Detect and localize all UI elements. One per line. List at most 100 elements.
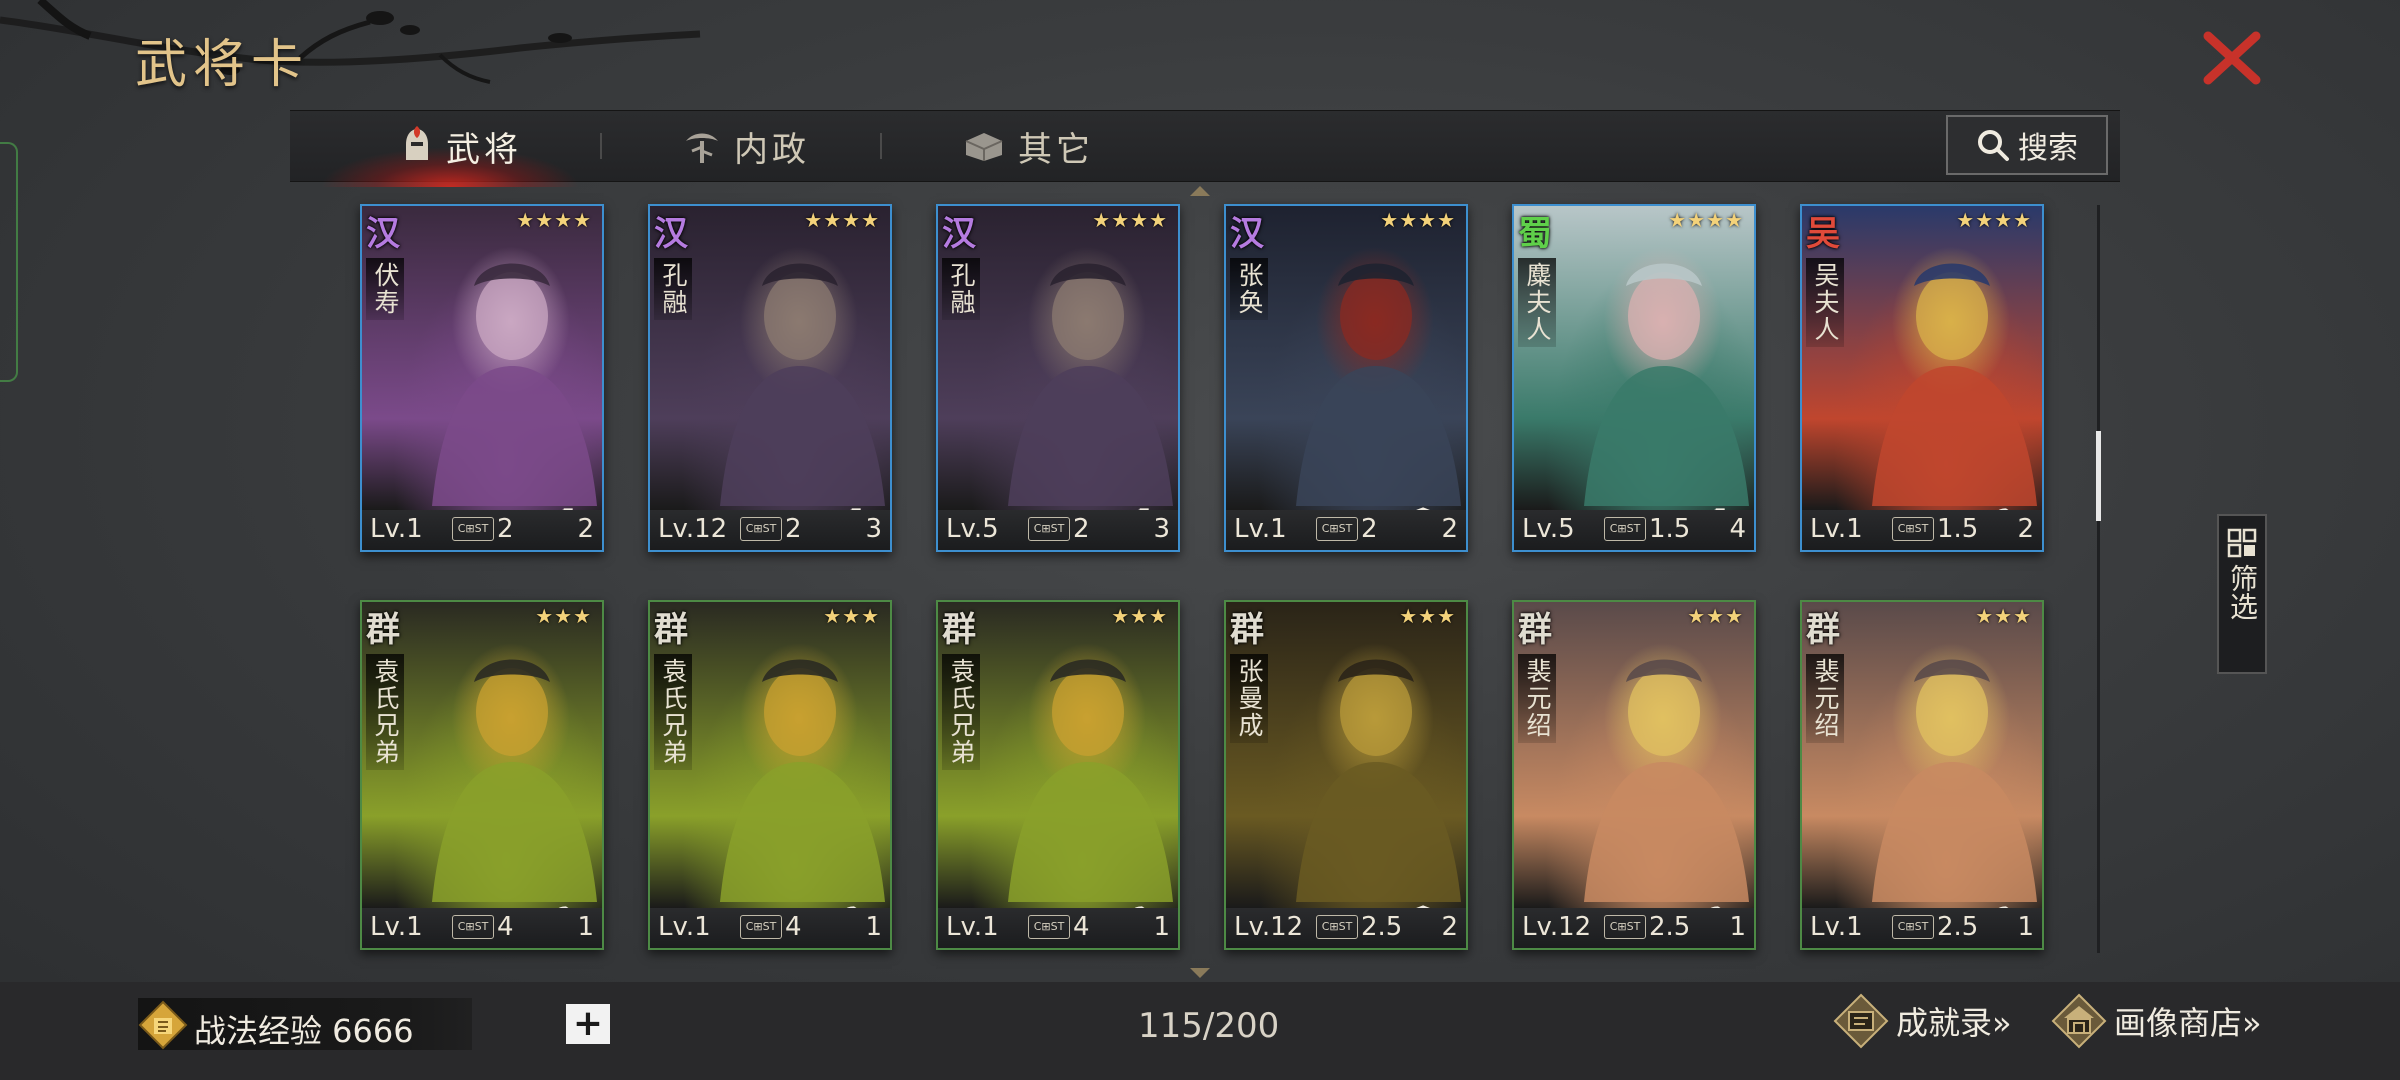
general-card[interactable]: 汉伏寿 ★★★★ Lv.1 C⊞ST 2 2 (360, 204, 604, 552)
faction-badge: 汉 (366, 214, 400, 254)
faction-badge: 汉 (654, 214, 688, 254)
cost-icon: C⊞ST (452, 915, 494, 939)
card-info-bar: Lv.12 C⊞ST 2 3 (650, 510, 890, 550)
cost-value: 4 (1073, 912, 1090, 942)
general-level: Lv.5 (946, 514, 999, 544)
card-info-bar: Lv.1 C⊞ST 4 1 (938, 908, 1178, 948)
card-count: 115/200 (1138, 1006, 1280, 1046)
general-card[interactable]: 吴吴夫人 ★★★★ Lv.1 C⊞ST 1.5 2 (1800, 204, 2044, 552)
general-cost: C⊞ST 1.5 (1892, 514, 1978, 544)
tactic-exp-icon (138, 1000, 188, 1050)
filter-button[interactable]: 筛选 (2217, 514, 2267, 674)
close-button[interactable] (2200, 28, 2264, 88)
card-info-bar: Lv.12 C⊞ST 2.5 1 (1514, 908, 1754, 948)
general-name: 袁氏兄弟 (942, 654, 980, 770)
faction-badge: 群 (654, 610, 688, 650)
general-level: Lv.1 (370, 912, 423, 942)
star-rating: ★★★★ (1956, 208, 2032, 232)
cost-icon: C⊞ST (740, 517, 782, 541)
general-card[interactable]: 群张曼成 ★★★ Lv.12 C⊞ST 2.5 2 (1224, 600, 1468, 950)
general-card-grid: 汉伏寿 ★★★★ Lv.1 C⊞ST 2 2 汉孔融 ★★★★ Lv.12 C⊞ST 2 3 汉孔融 ★★… (360, 204, 2044, 952)
faction-badge: 群 (1518, 610, 1552, 650)
cost-value: 2.5 (1361, 912, 1403, 942)
faction-badge: 群 (1806, 610, 1840, 650)
card-info-bar: Lv.12 C⊞ST 2.5 2 (1226, 908, 1466, 948)
general-cost: C⊞ST 2 (1316, 514, 1378, 544)
cost-value: 4 (497, 912, 514, 942)
general-level: Lv.1 (946, 912, 999, 942)
cost-value: 1.5 (1649, 514, 1691, 544)
card-count-value: 3 (1153, 514, 1170, 544)
general-card[interactable]: 群袁氏兄弟 ★★★ Lv.1 C⊞ST 4 1 (648, 600, 892, 950)
faction-badge: 汉 (942, 214, 976, 254)
card-count-value: 2 (2017, 514, 2034, 544)
cost-icon: C⊞ST (1604, 517, 1646, 541)
general-cost: C⊞ST 1.5 (1604, 514, 1690, 544)
faction-badge: 群 (366, 610, 400, 650)
star-rating: ★★★★ (1092, 208, 1168, 232)
general-card[interactable]: 汉孔融 ★★★★ Lv.12 C⊞ST 2 3 (648, 204, 892, 552)
cost-value: 2.5 (1649, 912, 1691, 942)
search-label: 搜索 (2018, 131, 2078, 166)
card-count-value: 3 (865, 514, 882, 544)
cost-icon: C⊞ST (1316, 915, 1358, 939)
general-cost: C⊞ST 2.5 (1892, 912, 1978, 942)
general-name: 张奂 (1230, 258, 1268, 320)
cost-value: 4 (785, 912, 802, 942)
star-rating: ★★★★ (516, 208, 592, 232)
star-rating: ★★★★ (804, 208, 880, 232)
achievements-label: 成就录» (1896, 1004, 2012, 1042)
general-cost: C⊞ST 4 (452, 912, 514, 942)
tab-generals[interactable]: 武将 (400, 111, 522, 181)
general-card[interactable]: 群袁氏兄弟 ★★★ Lv.1 C⊞ST 4 1 (936, 600, 1180, 950)
card-count-value: 1 (2017, 912, 2034, 942)
card-count-value: 1 (865, 912, 882, 942)
general-card[interactable]: 汉孔融 ★★★★ Lv.5 C⊞ST 2 3 (936, 204, 1180, 552)
tab-others[interactable]: 其它 (962, 111, 1094, 181)
left-edge-tab[interactable] (0, 142, 18, 382)
general-level: Lv.5 (1522, 514, 1575, 544)
general-card[interactable]: 汉张奂 ★★★★ Lv.1 C⊞ST 2 2 (1224, 204, 1468, 552)
card-info-bar: Lv.1 C⊞ST 4 1 (362, 908, 602, 948)
general-card[interactable]: 群袁氏兄弟 ★★★ Lv.1 C⊞ST 4 1 (360, 600, 604, 950)
tab-bar: 武将 内政 其它 搜索 (290, 110, 2120, 187)
cost-value: 2 (497, 514, 514, 544)
cost-icon: C⊞ST (1604, 915, 1646, 939)
general-level: Lv.1 (370, 514, 423, 544)
card-count-value: 1 (577, 912, 594, 942)
tab-divider (880, 133, 882, 159)
search-button[interactable]: 搜索 (1946, 115, 2108, 175)
star-rating: ★★★★ (1380, 208, 1456, 232)
general-cost: C⊞ST 2.5 (1604, 912, 1690, 942)
cost-value: 2 (1073, 514, 1090, 544)
tab-generals-label: 武将 (446, 129, 522, 170)
general-cost: C⊞ST 2 (1028, 514, 1090, 544)
tab-domestic[interactable]: 内政 (682, 111, 810, 181)
general-card[interactable]: 群裴元绍 ★★★ Lv.12 C⊞ST 2.5 1 (1512, 600, 1756, 950)
achievements-link[interactable]: 成就录» (1832, 992, 2012, 1050)
general-level: Lv.1 (1234, 514, 1287, 544)
general-card[interactable]: 蜀麋夫人 ★★★★ Lv.5 C⊞ST 1.5 4 (1512, 204, 1756, 552)
faction-badge: 蜀 (1518, 214, 1552, 254)
cost-value: 2 (785, 514, 802, 544)
general-level: Lv.12 (658, 514, 728, 544)
card-info-bar: Lv.1 C⊞ST 2 2 (362, 510, 602, 550)
general-name: 袁氏兄弟 (654, 654, 692, 770)
general-name: 吴夫人 (1806, 258, 1844, 347)
card-count-value: 2 (577, 514, 594, 544)
scroll-up-arrow[interactable] (1190, 186, 1210, 196)
scroll-down-arrow[interactable] (1190, 968, 1210, 978)
card-info-bar: Lv.5 C⊞ST 2 3 (938, 510, 1178, 550)
add-exp-button[interactable]: + (566, 1004, 610, 1044)
cost-icon: C⊞ST (1892, 915, 1934, 939)
vertical-scrollbar[interactable] (2096, 205, 2101, 953)
faction-badge: 群 (942, 610, 976, 650)
ink-branch-decoration (0, 0, 701, 84)
scrollbar-thumb[interactable] (2096, 431, 2101, 521)
portrait-shop-link[interactable]: 画像商店» (2050, 992, 2262, 1050)
general-card[interactable]: 群裴元绍 ★★★ Lv.1 C⊞ST 2.5 1 (1800, 600, 2044, 950)
general-name: 袁氏兄弟 (366, 654, 404, 770)
general-name: 麋夫人 (1518, 258, 1556, 347)
box-icon (965, 133, 1003, 161)
general-level: Lv.1 (1810, 514, 1863, 544)
